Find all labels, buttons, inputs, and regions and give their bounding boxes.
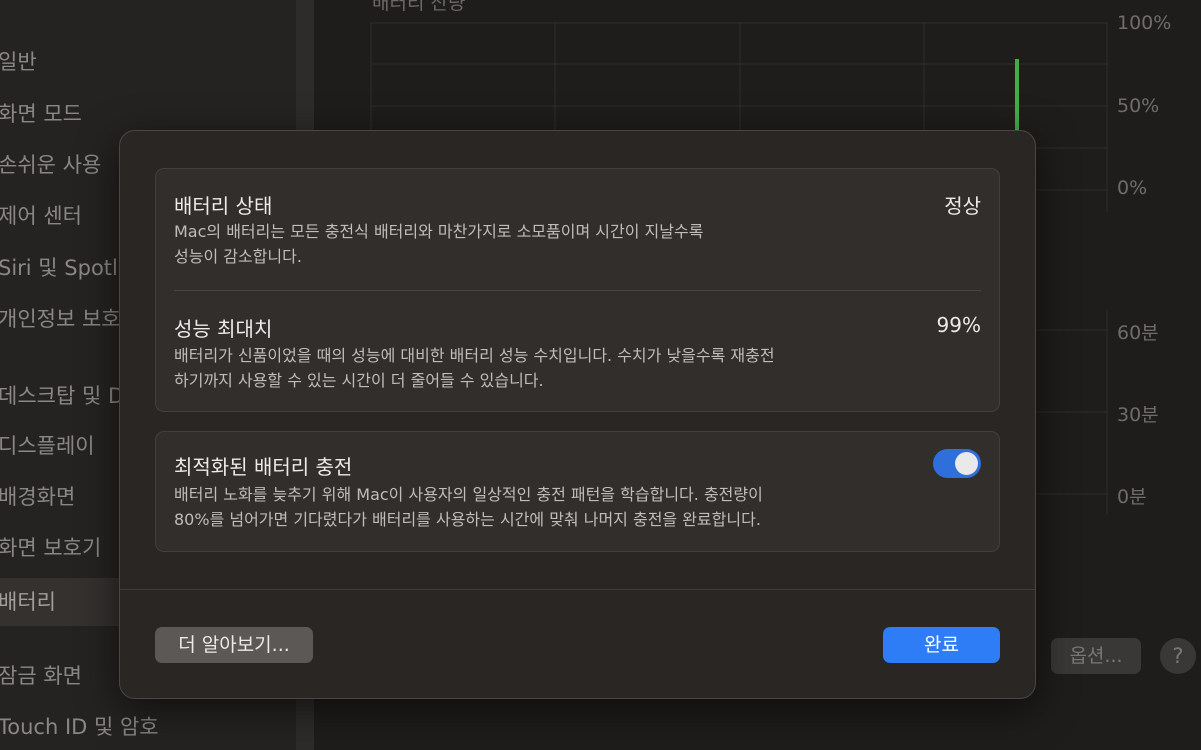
toggle-knob	[955, 452, 978, 475]
optimized-charging-desc-line2: 80%를 넘어가면 기다렸다가 배터리를 사용하는 시간에 맞춰 나머지 충전을…	[174, 510, 761, 529]
learn-more-button[interactable]: 더 알아보기...	[155, 627, 313, 663]
max-capacity-desc-line1: 배터리가 신품이었을 때의 성능에 대비한 배터리 성능 수치입니다. 수치가 …	[174, 346, 775, 365]
max-capacity-desc-line2: 하기까지 사용할 수 있는 시간이 더 줄어들 수 있습니다.	[174, 371, 544, 390]
chart2-tick-60: 60분	[1117, 322, 1159, 344]
max-capacity-value: 99%	[936, 313, 981, 337]
optimized-charging-card: 최적화된 배터리 충전 배터리 노화를 늦추기 위해 Mac이 사용자의 일상적…	[155, 431, 1000, 552]
sidebar-item-touch-id[interactable]: Touch ID 및 암호	[0, 707, 288, 747]
battery-health-desc-line2: 성능이 감소합니다.	[174, 247, 302, 266]
battery-health-desc-line1: Mac의 배터리는 모든 충전식 배터리와 마찬가지로 소모품이며 시간이 지날…	[174, 222, 704, 241]
sidebar-item-appearance[interactable]: 화면 모드	[0, 94, 288, 134]
chart1-tick-0: 0%	[1117, 177, 1148, 199]
battery-health-title: 배터리 상태	[174, 194, 273, 218]
chart1-tick-50: 50%	[1117, 95, 1160, 117]
battery-health-card: 배터리 상태 정상 Mac의 배터리는 모든 충전식 배터리와 마찬가지로 소모…	[155, 168, 1000, 412]
optimized-charging-title: 최적화된 배터리 충전	[174, 455, 353, 479]
battery-health-dialog: 배터리 상태 정상 Mac의 배터리는 모든 충전식 배터리와 마찬가지로 소모…	[119, 130, 1036, 699]
max-capacity-title: 성능 최대치	[174, 317, 273, 341]
battery-level-chart-title: 배터리 잔량	[372, 0, 466, 14]
card-divider	[174, 290, 981, 291]
chart1-tick-100: 100%	[1117, 12, 1172, 34]
chart2-tick-30: 30분	[1117, 404, 1159, 426]
chart2-tick-0: 0분	[1117, 486, 1147, 508]
optimized-charging-toggle[interactable]	[933, 449, 981, 478]
help-button[interactable]: ?	[1160, 638, 1196, 674]
done-button[interactable]: 완료	[883, 627, 1000, 663]
dialog-footer-divider	[120, 589, 1035, 590]
sidebar-item-general[interactable]: 일반	[0, 42, 288, 82]
options-button[interactable]: 옵션...	[1051, 638, 1141, 674]
optimized-charging-desc-line1: 배터리 노화를 늦추기 위해 Mac이 사용자의 일상적인 충전 패턴을 학습합…	[174, 485, 763, 504]
battery-level-bar	[1015, 59, 1019, 131]
battery-health-value: 정상	[944, 194, 981, 218]
